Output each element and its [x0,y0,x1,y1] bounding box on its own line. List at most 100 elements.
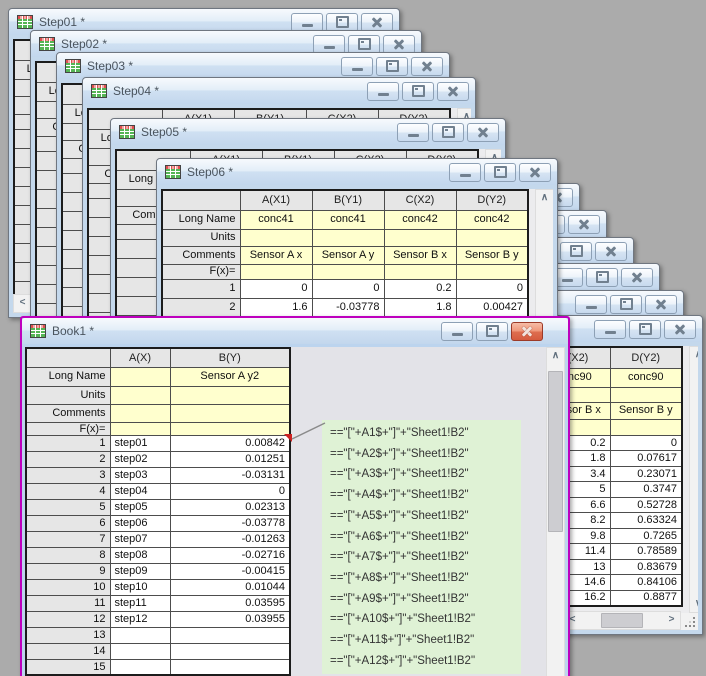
column-header[interactable]: C(X2) [383,189,457,211]
data-cell[interactable]: 0.8877 [609,589,683,606]
row-number[interactable]: 1 [161,278,241,299]
label-cell[interactable] [169,403,291,423]
restore-button[interactable] [376,56,408,76]
resize-grip[interactable] [681,613,698,630]
row-label[interactable]: Comments [161,245,241,265]
minimize-button[interactable] [397,122,429,142]
data-cell[interactable] [169,658,291,676]
vertical-scrollbar[interactable]: ∧ [546,347,565,676]
label-cell[interactable] [109,403,171,423]
label-cell[interactable]: Sensor A y [311,245,385,265]
column-header[interactable]: B(Y) [169,347,291,368]
row-number[interactable]: 2 [161,297,241,318]
data-cell[interactable]: 1.8 [383,297,457,318]
restore-button[interactable] [610,294,642,314]
data-cell[interactable]: step02 [109,450,171,468]
data-cell[interactable]: 0.01044 [169,578,291,596]
label-cell[interactable] [169,421,291,436]
titlebar-step05[interactable]: Step05 * [111,119,505,145]
data-cell[interactable]: 0.07617 [609,450,683,467]
data-cell[interactable]: -0.03778 [311,297,385,318]
minimize-button[interactable] [313,34,345,54]
row-number[interactable]: 15 [25,658,111,676]
row-number[interactable]: 2 [25,450,111,468]
label-cell[interactable]: Sensor A x [239,245,313,265]
column-header[interactable]: B(Y1) [311,189,385,211]
minimize-button[interactable] [594,319,626,339]
row-number[interactable]: 10 [25,578,111,596]
titlebar-step03[interactable]: Step03 * [57,53,449,79]
row-number[interactable]: 14 [25,642,111,660]
data-cell[interactable]: step06 [109,514,171,532]
data-cell[interactable]: 0.00842 [169,434,291,452]
data-cell[interactable]: -0.03131 [169,466,291,484]
data-cell[interactable]: 0.03955 [169,610,291,628]
close-button[interactable] [361,12,393,32]
label-cell[interactable] [109,385,171,405]
row-number[interactable]: 6 [25,514,111,532]
data-cell[interactable]: -0.02716 [169,546,291,564]
scroll-down-arrow-icon[interactable]: ∨ [690,596,698,612]
data-cell[interactable]: 0.84106 [609,574,683,591]
data-cell[interactable]: 0.7265 [609,527,683,544]
data-cell[interactable]: step11 [109,594,171,612]
restore-button[interactable] [326,12,358,32]
data-cell[interactable]: 0 [169,482,291,500]
label-cell[interactable] [311,228,385,247]
data-cell[interactable] [169,626,291,644]
row-label[interactable]: F(x)= [25,421,111,436]
data-cell[interactable]: -0.01263 [169,530,291,548]
label-cell[interactable]: Sensor A y2 [169,366,291,387]
close-button[interactable] [467,122,499,142]
data-cell[interactable] [109,642,171,660]
data-cell[interactable]: step10 [109,578,171,596]
row-label[interactable]: Comments [25,403,111,423]
row-number[interactable]: 11 [25,594,111,612]
label-cell[interactable]: conc42 [455,209,529,230]
row-number[interactable]: 8 [25,546,111,564]
scrollbar-thumb[interactable] [548,371,563,532]
label-cell[interactable]: Sensor B y [609,401,683,420]
data-cell[interactable]: 0.00427 [455,297,529,318]
data-cell[interactable]: -0.03778 [169,514,291,532]
row-label[interactable]: Long Name [25,366,111,387]
label-cell[interactable] [455,228,529,247]
row-number[interactable]: 7 [25,530,111,548]
data-cell[interactable]: 0 [609,434,683,451]
close-button[interactable] [437,81,469,101]
data-cell[interactable]: step03 [109,466,171,484]
minimize-button[interactable] [341,56,373,76]
scroll-up-arrow-icon[interactable]: ∧ [536,190,553,206]
minimize-button[interactable] [441,321,473,341]
data-cell[interactable]: 0.23071 [609,465,683,482]
titlebar-book1[interactable]: Book1 * [22,318,568,344]
data-cell[interactable] [109,658,171,676]
label-cell[interactable] [311,263,385,280]
data-cell[interactable]: 0.63324 [609,512,683,529]
data-cell[interactable]: 0.83679 [609,558,683,575]
scroll-left-arrow-icon[interactable]: < [14,295,31,311]
close-button[interactable] [411,56,443,76]
titlebar-step04[interactable]: Step04 * [83,78,475,104]
row-number[interactable]: 3 [25,466,111,484]
label-cell[interactable] [109,421,171,436]
row-label[interactable]: Long Name [161,209,241,230]
label-cell[interactable]: Sensor B y [455,245,529,265]
close-button[interactable] [519,162,551,182]
corner-cell[interactable] [161,189,241,211]
label-cell[interactable] [169,385,291,405]
restore-button[interactable] [432,122,464,142]
data-cell[interactable] [109,626,171,644]
data-cell[interactable]: 0.03595 [169,594,291,612]
scrollbar-track[interactable] [581,612,663,629]
label-cell[interactable] [609,418,683,436]
restore-button[interactable] [484,162,516,182]
restore-button[interactable] [629,319,661,339]
row-number[interactable]: 13 [25,626,111,644]
vertical-scrollbar[interactable]: ∧∨ [689,346,698,613]
data-cell[interactable]: 0.02313 [169,498,291,516]
row-label[interactable]: Units [161,228,241,247]
data-cell[interactable]: 0.78589 [609,543,683,560]
row-label[interactable]: F(x)= [161,263,241,280]
close-button[interactable] [383,34,415,54]
